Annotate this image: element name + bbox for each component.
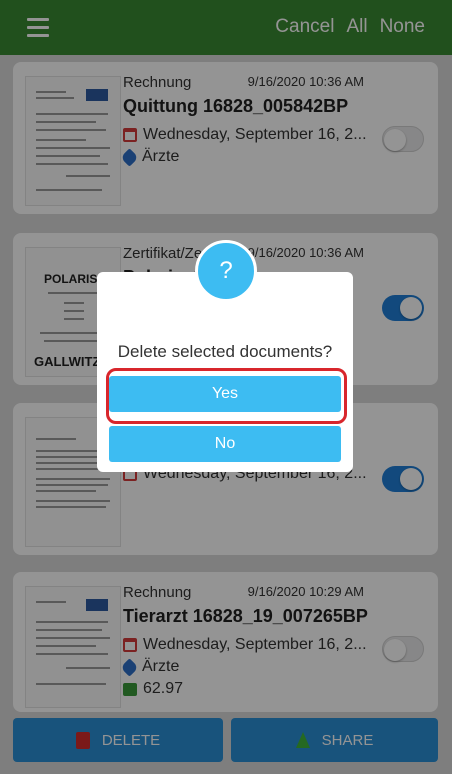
yes-button-highlight (106, 368, 347, 424)
no-button[interactable]: No (109, 426, 341, 462)
question-icon: ? (195, 240, 257, 302)
dialog-message: Delete selected documents? (117, 342, 333, 361)
